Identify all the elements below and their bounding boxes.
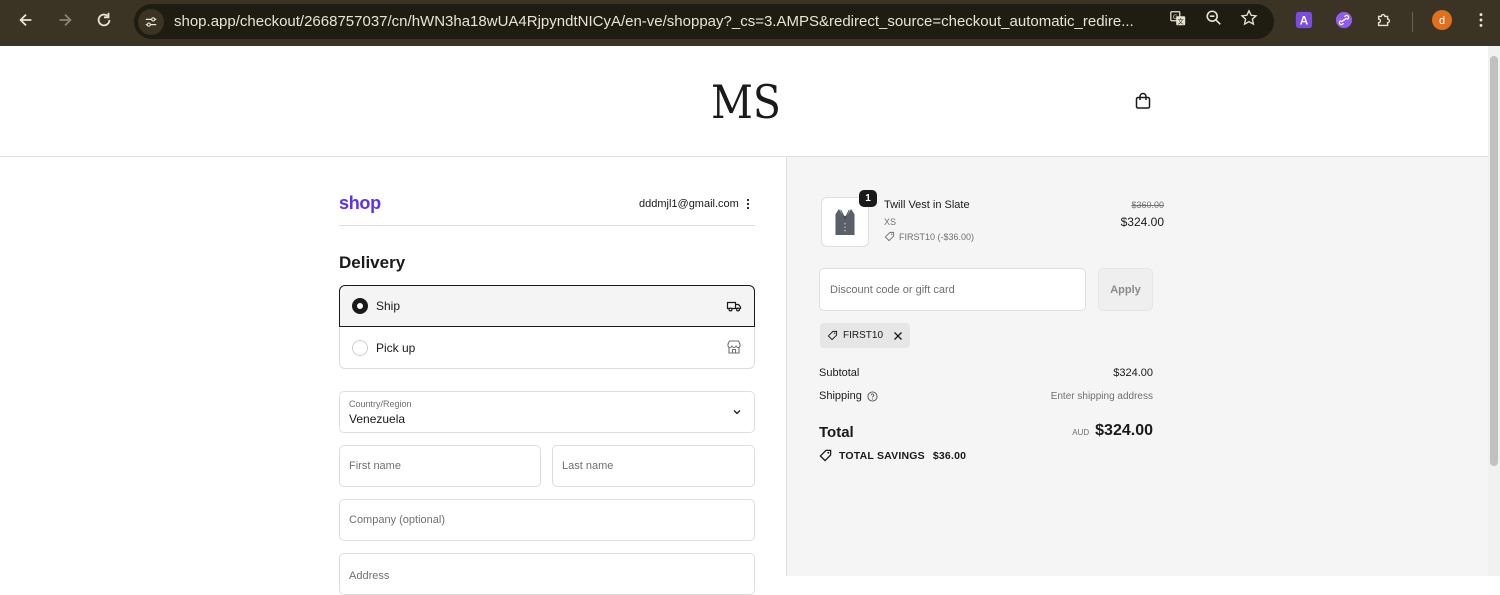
site-info-icon[interactable] [138,8,164,35]
company-placeholder: Company (optional) [349,514,445,526]
svg-text:A: A [1300,15,1309,28]
pickup-label: Pick up [376,340,416,355]
savings-tag-icon [819,449,832,462]
svg-text:d: d [1439,15,1445,27]
product-name: Twill Vest in Slate [884,199,970,211]
zoom-icon[interactable] [1204,8,1224,28]
shipping-row: Shipping [819,390,878,402]
address-placeholder: Address [349,570,390,582]
truck-icon [726,298,742,314]
translate-icon[interactable]: 文G [1168,8,1188,28]
help-icon[interactable] [867,390,878,402]
extension-a-icon[interactable]: A [1294,10,1314,30]
product-variant: XS [884,217,897,227]
delivery-option-pickup[interactable]: Pick up [339,327,755,369]
ship-radio[interactable] [352,298,368,314]
scrollbar-thumb[interactable] [1490,56,1498,466]
country-label: Country/Region [349,399,412,409]
product-discount: FIRST10 (-$36.00) [884,231,974,242]
cart-bag-icon[interactable] [1134,92,1152,110]
svg-text:G: G [1173,14,1178,21]
total-label: Total [819,424,854,441]
discounted-price: $324.00 [1120,215,1164,229]
subtotal-label: Subtotal [819,367,860,379]
savings-label: TOTAL SAVINGS [839,449,925,462]
page-scrollbar[interactable] [1488,46,1500,576]
total-savings: TOTAL SAVINGS $36.00 [819,449,966,462]
extension-link-icon[interactable] [1334,10,1354,30]
first-name-placeholder: First name [349,460,401,472]
discount-code-input[interactable]: Discount code or gift card [819,268,1086,311]
discount-code-placeholder: Discount code or gift card [830,284,955,296]
subtotal-value: $324.00 [1113,367,1153,379]
applied-code: FIRST10 [843,330,884,341]
country-select[interactable]: Country/Region Venezuela [339,391,755,433]
pickup-radio[interactable] [352,339,368,356]
bookmark-star-icon[interactable] [1239,8,1259,28]
account-menu-icon[interactable] [744,197,752,211]
total-amount: AUD $324.00 [1072,422,1153,440]
address-bar[interactable]: shop.app/checkout/2668757037/cn/hWN3ha18… [134,4,1274,39]
savings-value: $36.00 [932,449,967,462]
delivery-heading: Delivery [339,253,406,272]
first-name-field[interactable]: First name [339,445,541,487]
forward-icon[interactable] [55,10,75,30]
browser-toolbar: shop.app/checkout/2668757037/cn/hWN3ha18… [0,0,1500,46]
currency-code: AUD [1072,428,1090,437]
toolbar-divider [1412,12,1413,32]
delivery-option-ship[interactable]: Ship [339,285,755,327]
remove-discount-icon[interactable] [893,331,903,341]
ship-label: Ship [376,299,401,313]
applied-discount-chip: FIRST10 [820,323,910,348]
tag-icon [884,231,895,242]
quantity-badge: 1 [859,190,877,207]
browser-menu-icon[interactable] [1471,10,1491,30]
shipping-value: Enter shipping address [1050,391,1153,402]
chevron-down-icon [732,407,742,417]
back-icon[interactable] [16,10,36,30]
store-logo[interactable]: MS [711,75,781,129]
account-email: dddmjl1@gmail.com [639,198,739,210]
shipping-label: Shipping [819,390,862,402]
url-text[interactable]: shop.app/checkout/2668757037/cn/hWN3ha18… [174,13,1159,30]
company-field[interactable]: Company (optional) [339,499,755,541]
total-value: $324.00 [1095,422,1153,439]
shop-pay-logo: shop [339,193,381,213]
reload-icon[interactable] [94,10,114,30]
address-field[interactable]: Address [339,553,755,595]
svg-text:文: 文 [1178,16,1185,25]
profile-avatar[interactable]: d [1432,10,1452,30]
store-header: MS [0,46,1488,157]
tag-icon [827,330,838,341]
product-discount-text: FIRST10 (-$36.00) [899,231,975,242]
header-divider [339,225,755,226]
original-price: $360.00 [1131,200,1164,210]
svg-text:MS: MS [711,78,781,123]
country-value: Venezuela [349,412,406,426]
last-name-placeholder: Last name [562,460,614,472]
last-name-field[interactable]: Last name [552,445,755,487]
apply-button[interactable]: Apply [1098,268,1153,311]
store-icon [726,339,742,355]
extensions-puzzle-icon[interactable] [1374,10,1394,30]
